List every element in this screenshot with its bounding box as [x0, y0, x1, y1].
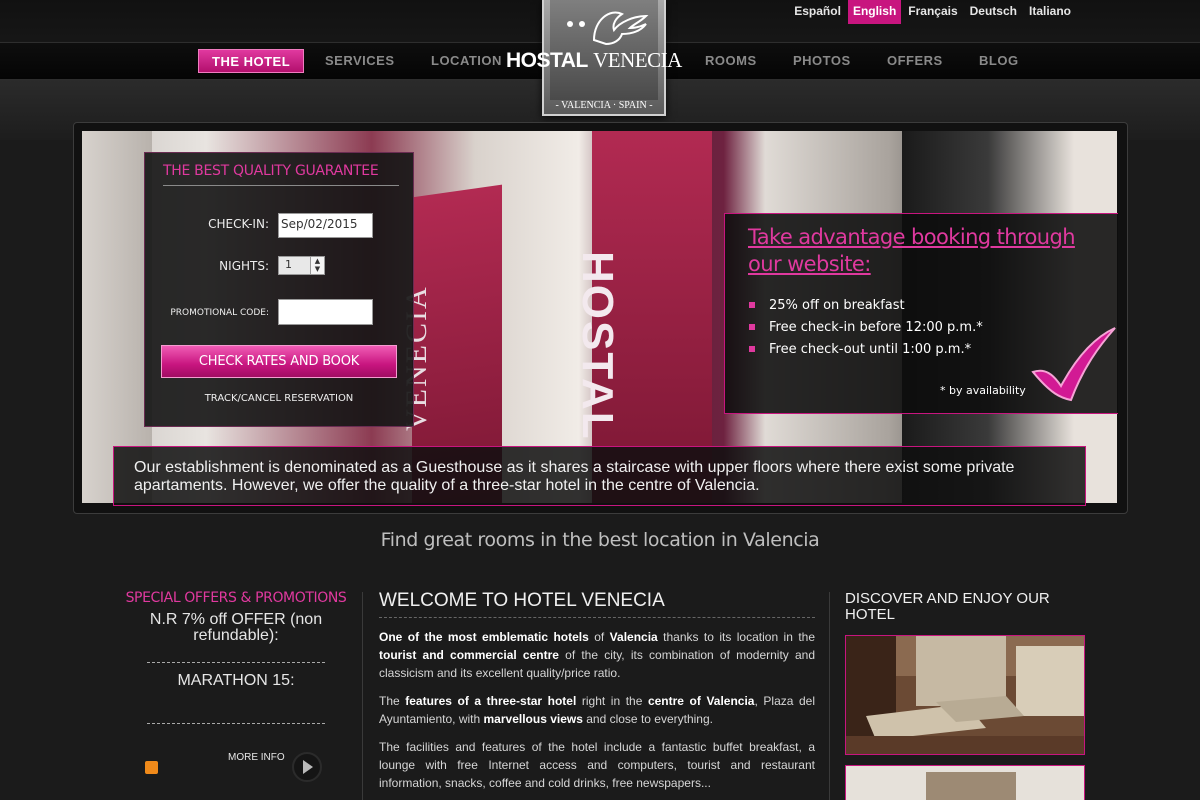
bold-text: features of a three-star hotel — [405, 694, 577, 708]
promo-item-text: Free check-out until 1:00 p.m.* — [769, 341, 972, 357]
promo-title[interactable]: Take advantage booking through our websi… — [748, 224, 1078, 278]
website-promo-box: Take advantage booking through our websi… — [724, 213, 1118, 414]
rss-icon[interactable] — [145, 761, 158, 774]
logo-word-venecia: VENECIA — [593, 48, 682, 72]
offer-item[interactable]: N.R 7% off OFFER (non refundable): — [108, 612, 364, 662]
text: of — [588, 630, 610, 644]
banner-hostal-text: HOSTAL — [573, 251, 622, 441]
booking-title: THE BEST QUALITY GUARANTEE — [163, 163, 399, 186]
offers-title: SPECIAL OFFERS & PROMOTIONS — [125, 590, 347, 606]
logo-subtitle: - VALENCIA · SPAIN - — [555, 100, 653, 111]
bold-text: One of the most emblematic hotels — [379, 630, 589, 644]
column-divider — [362, 592, 363, 800]
more-info-link[interactable]: MORE INFO — [228, 752, 285, 763]
tagline: Find great rooms in the best location in… — [380, 529, 820, 551]
room-photo-1[interactable] — [845, 635, 1085, 755]
promo-list: 25% off on breakfast Free check-in befor… — [749, 294, 983, 360]
nav-location[interactable]: LOCATION — [418, 49, 515, 73]
nav-photos[interactable]: PHOTOS — [780, 49, 864, 73]
discover-column: DISCOVER AND ENJOY OUR HOTEL — [845, 590, 1085, 800]
bold-text: marvellous views — [483, 712, 583, 726]
text: right in the — [576, 694, 648, 708]
bold-text: Valencia — [609, 630, 658, 644]
nav-services[interactable]: SERVICES — [312, 49, 408, 73]
promo-item: 25% off on breakfast — [749, 294, 983, 316]
booking-widget: THE BEST QUALITY GUARANTEE CHECK-IN: Sep… — [144, 152, 414, 427]
offer-item[interactable]: MARATHON 15: — [108, 673, 364, 723]
promo-code-field[interactable] — [278, 299, 373, 325]
welcome-paragraph-2: The features of a three-star hotel right… — [379, 692, 815, 728]
track-cancel-link[interactable]: TRACK/CANCEL RESERVATION — [145, 393, 413, 404]
checkin-field[interactable]: Sep/02/2015 — [278, 213, 373, 238]
welcome-paragraph-1: One of the most emblematic hotels of Val… — [379, 628, 815, 682]
column-divider — [829, 592, 830, 800]
check-rates-button[interactable]: CHECK RATES AND BOOK — [161, 345, 397, 378]
promo-item: Free check-out until 1:00 p.m.* — [749, 338, 983, 360]
lang-francais[interactable]: Français — [903, 0, 962, 24]
bold-text: tourist and commercial centre — [379, 648, 559, 662]
bullet-square-icon — [749, 302, 755, 308]
checkin-label: CHECK-IN: — [208, 217, 269, 231]
nights-select[interactable]: 1 ▲ ▼ — [278, 256, 325, 275]
room-photo-2[interactable] — [845, 765, 1085, 800]
welcome-title: WELCOME TO HOTEL VENECIA — [379, 590, 815, 618]
nav-the-hotel[interactable]: THE HOTEL — [198, 49, 305, 73]
lang-deutsch[interactable]: Deutsch — [965, 0, 1022, 24]
promo-item-text: 25% off on breakfast — [769, 297, 905, 313]
welcome-paragraph-3: The facilities and features of the hotel… — [379, 740, 815, 790]
language-bar: Español English Français Deutsch Italian… — [787, 0, 1076, 24]
lang-english[interactable]: English — [847, 0, 902, 24]
lang-italiano[interactable]: Italiano — [1024, 0, 1076, 24]
arrow-right-icon[interactable] — [292, 752, 322, 782]
divider — [147, 723, 325, 724]
availability-note: * by availability — [940, 384, 1026, 397]
logo-word-hostal: HOSTAL — [506, 49, 588, 72]
offers-column: SPECIAL OFFERS & PROMOTIONS N.R 7% off O… — [108, 590, 364, 782]
bold-text: centre of Valencia — [647, 694, 755, 708]
welcome-column: WELCOME TO HOTEL VENECIA One of the most… — [379, 590, 815, 792]
hero-caption: Our establishment is denominated as a Gu… — [113, 446, 1086, 506]
logo-wordmark: HOSTAL VENECIA — [506, 48, 696, 76]
checkmark-icon — [1031, 327, 1116, 402]
divider — [147, 662, 325, 663]
promo-code-label: PROMOTIONAL CODE: — [170, 308, 269, 318]
text: and close to everything. — [582, 712, 713, 726]
discover-title: DISCOVER AND ENJOY OUR HOTEL — [845, 590, 1050, 623]
text: The — [379, 694, 406, 708]
promo-item: Free check-in before 12:00 p.m.* — [749, 316, 983, 338]
nights-label: NIGHTS: — [219, 259, 269, 273]
room-photo-image — [846, 766, 1084, 800]
room-photo-image — [846, 636, 1084, 754]
spinner-arrows-icon[interactable]: ▲ ▼ — [310, 257, 324, 274]
bullet-square-icon — [749, 324, 755, 330]
nav-offers[interactable]: OFFERS — [874, 49, 956, 73]
nav-rooms[interactable]: ROOMS — [692, 49, 770, 73]
bullet-square-icon — [749, 346, 755, 352]
text: thanks to its location in the — [657, 630, 815, 644]
lang-espanol[interactable]: Español — [789, 0, 846, 24]
promo-item-text: Free check-in before 12:00 p.m.* — [769, 319, 983, 335]
nav-blog[interactable]: BLOG — [966, 49, 1032, 73]
nights-value: 1 — [285, 258, 292, 271]
